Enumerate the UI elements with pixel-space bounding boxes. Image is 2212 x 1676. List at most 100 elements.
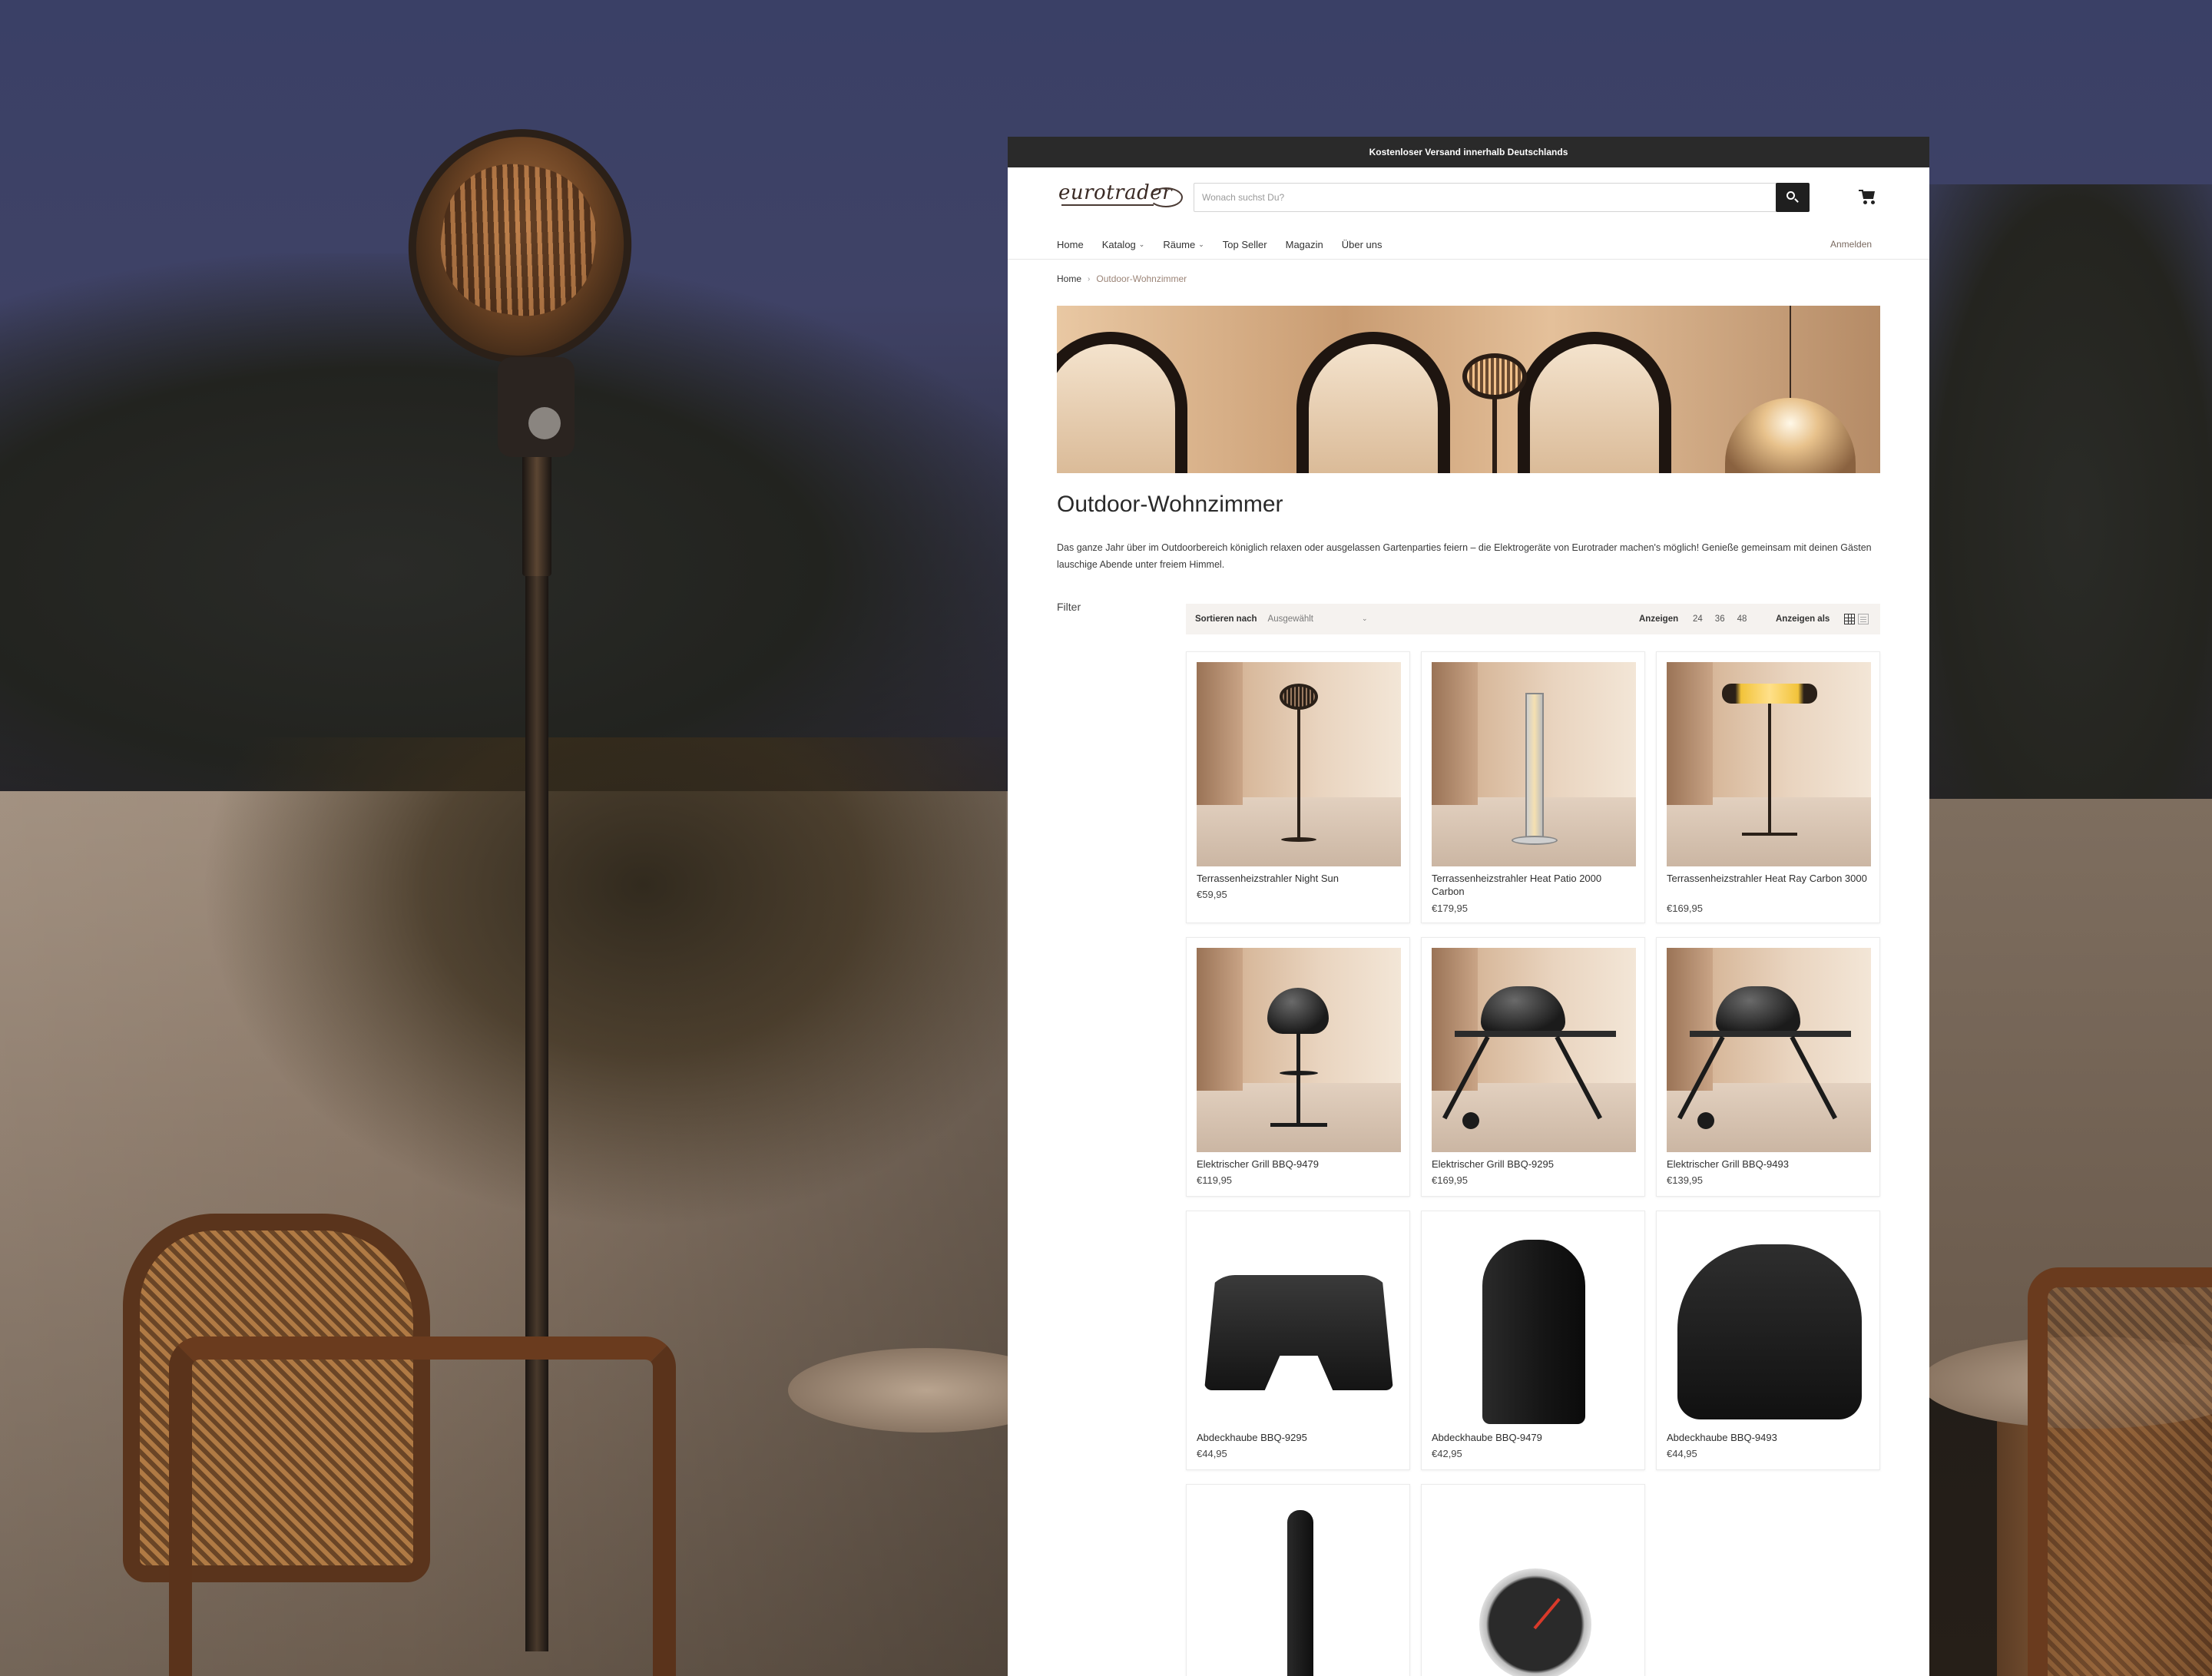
grill-cart-image[interactable]: Ausverkauft bbox=[1667, 948, 1871, 1152]
product-grill-lid bbox=[1716, 986, 1800, 1034]
search-button[interactable] bbox=[1776, 183, 1810, 212]
nav-item[interactable]: Räume ⌄ bbox=[1163, 239, 1204, 250]
site-logo[interactable]: eurotrader bbox=[1058, 181, 1183, 212]
product-card[interactable]: Abdeckhaube BBQ-9493 €44,95 bbox=[1656, 1211, 1880, 1470]
banner-heater-pole bbox=[1492, 398, 1497, 473]
sort-select[interactable]: Ausgewählt ⌄ bbox=[1268, 614, 1368, 624]
product-name[interactable]: Abdeckhaube BBQ-9295 bbox=[1197, 1431, 1401, 1444]
product-price: €139,95 bbox=[1667, 1174, 1703, 1186]
cart-icon[interactable] bbox=[1859, 187, 1877, 206]
product-card[interactable]: Terrassenheizstrahler Night Sun €59,95 bbox=[1186, 651, 1410, 923]
product-cover-pole bbox=[1287, 1510, 1313, 1676]
thermometer-image[interactable] bbox=[1432, 1495, 1636, 1676]
round-cover-image[interactable] bbox=[1667, 1221, 1871, 1426]
product-heater-bar bbox=[1722, 684, 1817, 704]
product-name[interactable]: Elektrischer Grill BBQ-9479 bbox=[1197, 1158, 1401, 1171]
grid-view-icon[interactable] bbox=[1844, 614, 1855, 624]
rattan-chair-frame bbox=[169, 1336, 676, 1676]
product-name[interactable]: Terrassenheizstrahler Heat Patio 2000 Ca… bbox=[1432, 872, 1636, 898]
product-name[interactable]: Abdeckhaube BBQ-9493 bbox=[1667, 1431, 1871, 1444]
nav-item-label: Magazin bbox=[1285, 238, 1323, 250]
product-name[interactable]: Terrassenheizstrahler Night Sun bbox=[1197, 872, 1401, 885]
patio-heater-neck bbox=[498, 357, 575, 457]
nav-item-label: Top Seller bbox=[1222, 238, 1267, 250]
heater-pole-upper bbox=[522, 453, 551, 576]
product-photo-shadow bbox=[1667, 662, 1713, 806]
wide-cover-image[interactable] bbox=[1197, 1221, 1401, 1426]
product-cover-wide bbox=[1204, 1275, 1393, 1390]
nav-item[interactable]: Magazin bbox=[1286, 239, 1323, 250]
list-view-icon[interactable] bbox=[1858, 614, 1869, 624]
login-link[interactable]: Anmelden bbox=[1830, 229, 1872, 260]
filter-toggle[interactable]: Filter bbox=[1057, 601, 1081, 613]
announcement-bar: Kostenloser Versand innerhalb Deutschlan… bbox=[1008, 137, 1929, 167]
product-grill-pole bbox=[1296, 1032, 1300, 1125]
per-page-option[interactable]: 36 bbox=[1715, 614, 1725, 624]
nav-item-label: Katalog bbox=[1101, 238, 1136, 250]
product-price: €119,95 bbox=[1197, 1174, 1233, 1186]
product-price: €44,95 bbox=[1197, 1448, 1227, 1459]
product-grill-lid bbox=[1481, 986, 1565, 1034]
product-name[interactable]: Elektrischer Grill BBQ-9493 bbox=[1667, 1158, 1871, 1171]
banner-arch bbox=[1296, 332, 1450, 473]
collection-description: Das ganze Jahr über im Outdoorbereich kö… bbox=[1057, 542, 1872, 570]
search-field[interactable] bbox=[1194, 183, 1777, 212]
nav-item[interactable]: Home bbox=[1057, 239, 1084, 250]
product-card[interactable]: Terrassenheizstrahler Heat Patio 2000 Ca… bbox=[1421, 651, 1645, 923]
product-thermometer-dial bbox=[1479, 1568, 1591, 1676]
kettle-grill-stand-image[interactable]: Ausverkauft bbox=[1197, 948, 1401, 1152]
banner-arch bbox=[1057, 332, 1187, 473]
pole-cover-image[interactable] bbox=[1197, 1495, 1401, 1676]
per-page-option[interactable]: 48 bbox=[1737, 614, 1747, 624]
oval-patio-heater-image[interactable] bbox=[1197, 662, 1401, 866]
product-grill-leg bbox=[1555, 1035, 1602, 1120]
product-cover-tall bbox=[1482, 1240, 1585, 1424]
logo-swirl-icon bbox=[1149, 187, 1183, 207]
product-price: €44,95 bbox=[1667, 1448, 1697, 1459]
chevron-down-icon: ⌄ bbox=[1361, 614, 1368, 622]
product-grill-side-table bbox=[1455, 1031, 1616, 1037]
product-photo-shadow bbox=[1432, 662, 1478, 806]
nav-item-label: Über uns bbox=[1341, 238, 1382, 250]
product-name[interactable]: Elektrischer Grill BBQ-9295 bbox=[1432, 1158, 1636, 1171]
product-price: €42,95 bbox=[1432, 1448, 1462, 1459]
product-grill-shelf bbox=[1280, 1071, 1318, 1075]
product-card[interactable] bbox=[1421, 1484, 1645, 1676]
product-name[interactable]: Abdeckhaube BBQ-9479 bbox=[1432, 1431, 1636, 1444]
per-page-option[interactable]: 24 bbox=[1693, 614, 1703, 624]
main-navigation: Home Katalog ⌄ Räume ⌄ Top Seller Magazin Über … bbox=[1008, 229, 1929, 260]
product-grill-wheel bbox=[1462, 1112, 1479, 1129]
nav-item[interactable]: Über uns bbox=[1342, 239, 1382, 250]
search-input[interactable] bbox=[1194, 184, 1777, 211]
tower-patio-heater-image[interactable] bbox=[1432, 662, 1636, 866]
product-heater-base bbox=[1742, 833, 1797, 836]
bar-patio-heater-image[interactable] bbox=[1667, 662, 1871, 866]
sort-value: Ausgewählt bbox=[1267, 614, 1313, 624]
product-card[interactable]: Abdeckhaube BBQ-9295 €44,95 bbox=[1186, 1211, 1410, 1470]
sort-toolbar: Sortieren nach Ausgewählt ⌄ Anzeigen 24 … bbox=[1186, 604, 1880, 634]
nav-item[interactable]: Katalog ⌄ bbox=[1102, 239, 1145, 250]
chevron-down-icon: ⌄ bbox=[1198, 240, 1204, 248]
product-card[interactable]: Ausverkauft Elektrischer Grill BBQ-9295 €1… bbox=[1421, 937, 1645, 1197]
sort-label: Sortieren nach bbox=[1195, 614, 1257, 624]
nav-item[interactable]: Top Seller bbox=[1223, 239, 1267, 250]
grill-cart-image[interactable]: Ausverkauft bbox=[1432, 948, 1636, 1152]
view-mode-label: Anzeigen als bbox=[1776, 614, 1830, 624]
background-ivy bbox=[200, 737, 1006, 1229]
product-card[interactable]: Terrassenheizstrahler Heat Ray Carbon 30… bbox=[1656, 651, 1880, 923]
breadcrumb-home[interactable]: Home bbox=[1057, 273, 1081, 284]
product-card[interactable]: Ausverkauft Elektrischer Grill BBQ-9493 €1… bbox=[1656, 937, 1880, 1197]
tall-cover-image[interactable] bbox=[1432, 1221, 1636, 1426]
sold-out-badge: Ausverkauft bbox=[1432, 1138, 1486, 1152]
banner-pendant-lamp bbox=[1725, 398, 1856, 473]
product-price: €179,95 bbox=[1432, 903, 1468, 914]
product-name[interactable]: Terrassenheizstrahler Heat Ray Carbon 30… bbox=[1667, 872, 1871, 885]
product-heater-base bbox=[1512, 836, 1558, 845]
banner-lamp-cord bbox=[1790, 306, 1791, 398]
product-photo-shadow bbox=[1197, 948, 1243, 1091]
product-card[interactable]: Abdeckhaube BBQ-9479 €42,95 bbox=[1421, 1211, 1645, 1470]
search-icon bbox=[1786, 191, 1799, 204]
product-card[interactable]: Ausverkauft Elektrischer Grill BBQ-9479 €1… bbox=[1186, 937, 1410, 1197]
product-card[interactable] bbox=[1186, 1484, 1410, 1676]
product-heater-pole bbox=[1768, 704, 1771, 834]
